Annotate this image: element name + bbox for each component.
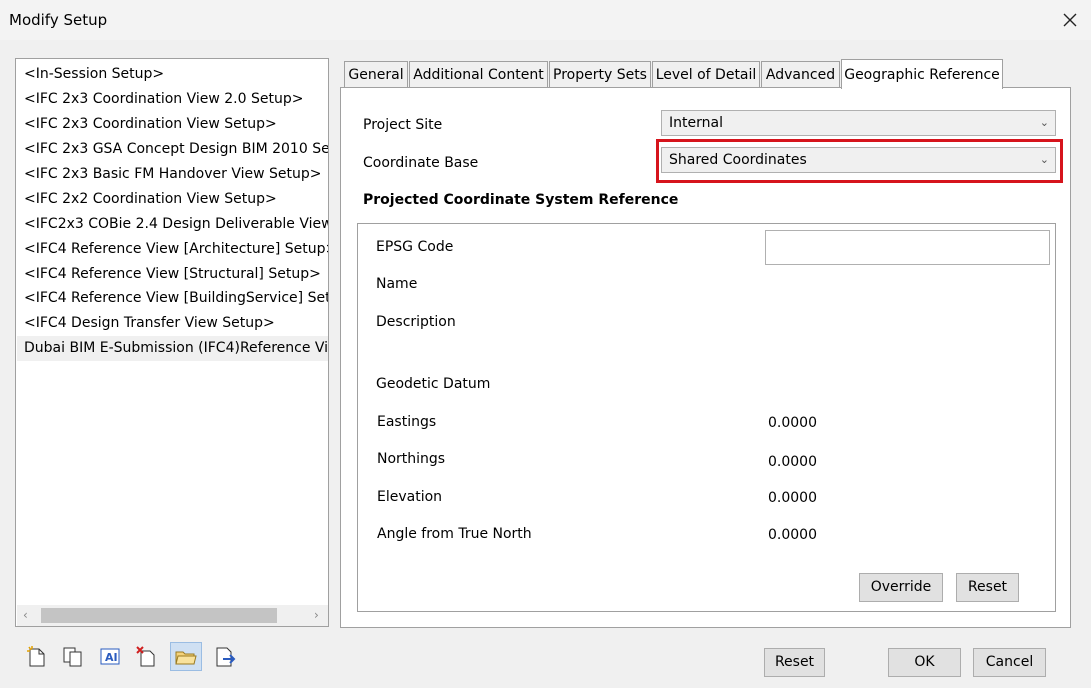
angle-value: 0.0000 — [768, 527, 817, 543]
northings-value: 0.0000 — [768, 454, 817, 470]
list-item[interactable]: <IFC4 Reference View [Architecture] Setu… — [24, 238, 328, 260]
ok-button[interactable]: OK — [888, 648, 961, 677]
export-setup-icon[interactable] — [213, 645, 237, 669]
scrollbar-thumb[interactable] — [41, 608, 277, 623]
angle-label: Angle from True North — [377, 526, 532, 542]
list-item[interactable]: <IFC4 Reference View [Structural] Setup> — [24, 263, 321, 285]
list-item[interactable]: <In-Session Setup> — [24, 63, 164, 85]
title-bar — [0, 0, 1091, 40]
tab-advanced[interactable]: Advanced — [761, 61, 840, 87]
description-label: Description — [376, 314, 456, 330]
tab-level-of-detail[interactable]: Level of Detail — [652, 61, 760, 87]
reset-button[interactable]: Reset — [764, 648, 825, 677]
list-item[interactable]: <IFC 2x2 Coordination View Setup> — [24, 188, 277, 210]
setup-list[interactable]: <In-Session Setup> <IFC 2x3 Coordination… — [15, 58, 329, 627]
project-site-label: Project Site — [363, 117, 443, 133]
override-button[interactable]: Override — [859, 573, 943, 602]
coordinate-base-label: Coordinate Base — [363, 155, 479, 171]
epsg-label: EPSG Code — [376, 239, 454, 255]
epsg-input[interactable] — [765, 230, 1050, 265]
cancel-button[interactable]: Cancel — [973, 648, 1046, 677]
elevation-label: Elevation — [377, 489, 443, 505]
list-item[interactable]: <IFC 2x3 GSA Concept Design BIM 2010 Set… — [24, 138, 328, 160]
name-label: Name — [376, 276, 418, 292]
window-title: Modify Setup — [9, 11, 108, 29]
list-item[interactable]: <IFC4 Design Transfer View Setup> — [24, 312, 275, 334]
new-setup-icon[interactable] — [25, 645, 49, 669]
project-site-value: Internal — [669, 115, 723, 131]
rename-setup-icon[interactable]: AI — [98, 645, 122, 669]
list-item[interactable]: <IFC2x3 COBie 2.4 Design Deliverable Vie… — [24, 213, 328, 235]
copy-setup-icon[interactable] — [61, 645, 85, 669]
elevation-value: 0.0000 — [768, 490, 817, 506]
list-item[interactable]: <IFC 2x3 Coordination View 2.0 Setup> — [24, 88, 303, 110]
tab-geographic-reference[interactable]: Geographic Reference — [841, 59, 1003, 89]
folder-open-icon — [174, 645, 198, 673]
tab-additional-content[interactable]: Additional Content — [409, 61, 548, 87]
project-site-dropdown[interactable]: Internal ⌄ — [661, 110, 1056, 136]
eastings-label: Eastings — [377, 414, 437, 430]
coordinate-system-group — [357, 223, 1056, 612]
list-item[interactable]: <IFC 2x3 Coordination View Setup> — [24, 113, 277, 135]
geodetic-datum-label: Geodetic Datum — [376, 376, 491, 392]
highlight-box — [656, 139, 1063, 183]
section-title: Projected Coordinate System Reference — [363, 192, 679, 208]
tab-general[interactable]: General — [344, 61, 408, 87]
list-item[interactable]: <IFC4 Reference View [BuildingService] S… — [24, 287, 328, 309]
tab-property-sets[interactable]: Property Sets — [549, 61, 651, 87]
delete-setup-icon[interactable] — [135, 645, 159, 669]
chevron-down-icon: ⌄ — [1039, 116, 1049, 129]
list-item-selected[interactable]: Dubai BIM E-Submission (IFC4)Reference V… — [17, 336, 328, 361]
chevron-left-icon[interactable]: ‹ — [23, 608, 28, 622]
close-icon[interactable] — [1057, 7, 1083, 33]
group-reset-button[interactable]: Reset — [956, 573, 1019, 602]
northings-label: Northings — [377, 451, 446, 467]
eastings-value: 0.0000 — [768, 415, 817, 431]
open-setup-button[interactable] — [170, 642, 202, 671]
list-item[interactable]: <IFC 2x3 Basic FM Handover View Setup> — [24, 163, 321, 185]
svg-text:AI: AI — [105, 651, 118, 664]
chevron-right-icon[interactable]: › — [314, 608, 319, 622]
horizontal-scrollbar[interactable]: ‹ › — [17, 605, 328, 626]
